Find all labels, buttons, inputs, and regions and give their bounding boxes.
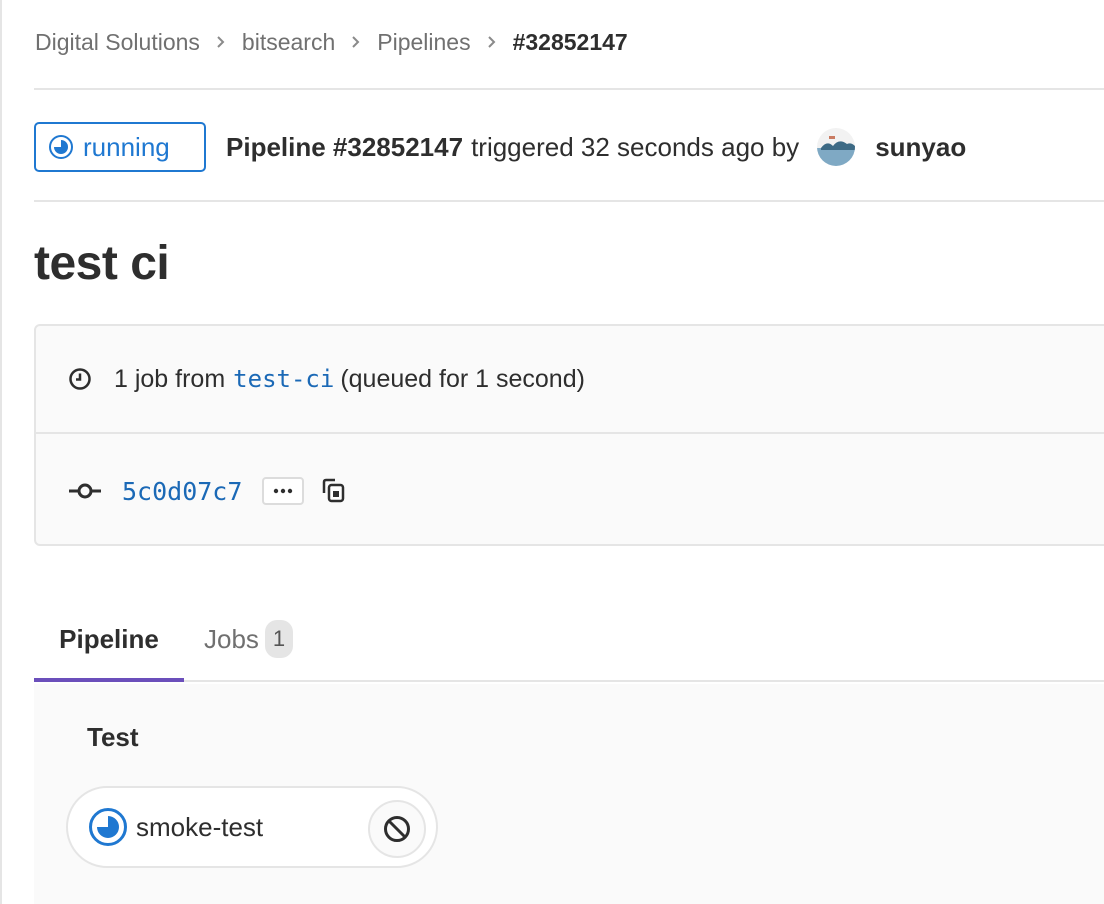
job-name: smoke-test (136, 811, 264, 842)
breadcrumb-pipelines[interactable]: Pipelines (377, 29, 470, 56)
commit-sha-link[interactable]: 5c0d07c7 (122, 477, 242, 506)
tab-jobs-label: Jobs (204, 623, 259, 654)
page-title: test ci (34, 237, 170, 290)
breadcrumb-project[interactable]: bitsearch (242, 29, 335, 56)
tab-pipeline[interactable]: Pipeline (34, 598, 184, 682)
divider (34, 200, 1104, 202)
ref-link[interactable]: test-ci (233, 365, 334, 393)
breadcrumb-current[interactable]: #32852147 (513, 29, 628, 56)
copy-button[interactable] (320, 477, 348, 505)
clock-icon (68, 367, 92, 391)
breadcrumb: Digital Solutions bitsearch Pipelines #3… (35, 27, 628, 57)
queued-text: (queued for 1 second) (340, 364, 585, 393)
chevron-right-icon (487, 35, 497, 49)
ellipsis-icon (273, 488, 293, 494)
status-badge[interactable]: running (34, 122, 206, 172)
active-tab-indicator (34, 678, 184, 682)
breadcrumb-group[interactable]: Digital Solutions (35, 29, 200, 56)
job-summary-row: 1 job from test-ci (queued for 1 second) (36, 326, 1104, 434)
commit-row: 5c0d07c7 (36, 436, 1104, 546)
status-label: running (83, 131, 170, 162)
copy-icon (320, 477, 348, 505)
left-rule (0, 0, 2, 904)
tab-jobs[interactable]: Jobs 1 (204, 598, 294, 680)
author-name[interactable]: sunyao (875, 132, 966, 163)
tab-pipeline-label: Pipeline (59, 623, 159, 654)
cancel-job-button[interactable] (368, 800, 426, 858)
job-count-text: 1 job from (114, 364, 226, 393)
pipeline-id: Pipeline #32852147 (226, 131, 464, 162)
chevron-right-icon (351, 35, 361, 49)
commit-icon (68, 482, 102, 500)
pipeline-graph: Test smoke-test (34, 684, 1104, 904)
jobs-count-badge: 1 (264, 620, 294, 658)
status-running-icon (88, 807, 128, 847)
stage-title: Test (87, 722, 139, 752)
ellipsis-button[interactable] (262, 477, 305, 505)
pipeline-header: running Pipeline #32852147 triggered 32 … (34, 122, 966, 172)
job-pill[interactable]: smoke-test (66, 786, 438, 868)
triggered-text: triggered 32 seconds ago by (471, 131, 800, 162)
status-running-icon (48, 134, 74, 160)
avatar[interactable] (817, 128, 856, 166)
pipeline-tabs: Pipeline Jobs 1 (34, 598, 1104, 682)
pipeline-info-panel: 1 job from test-ci (queued for 1 second)… (34, 324, 1104, 546)
pipeline-info: Pipeline #32852147 triggered 32 seconds … (226, 128, 966, 166)
cancel-icon (382, 814, 412, 844)
divider (34, 88, 1104, 90)
chevron-right-icon (216, 35, 226, 49)
